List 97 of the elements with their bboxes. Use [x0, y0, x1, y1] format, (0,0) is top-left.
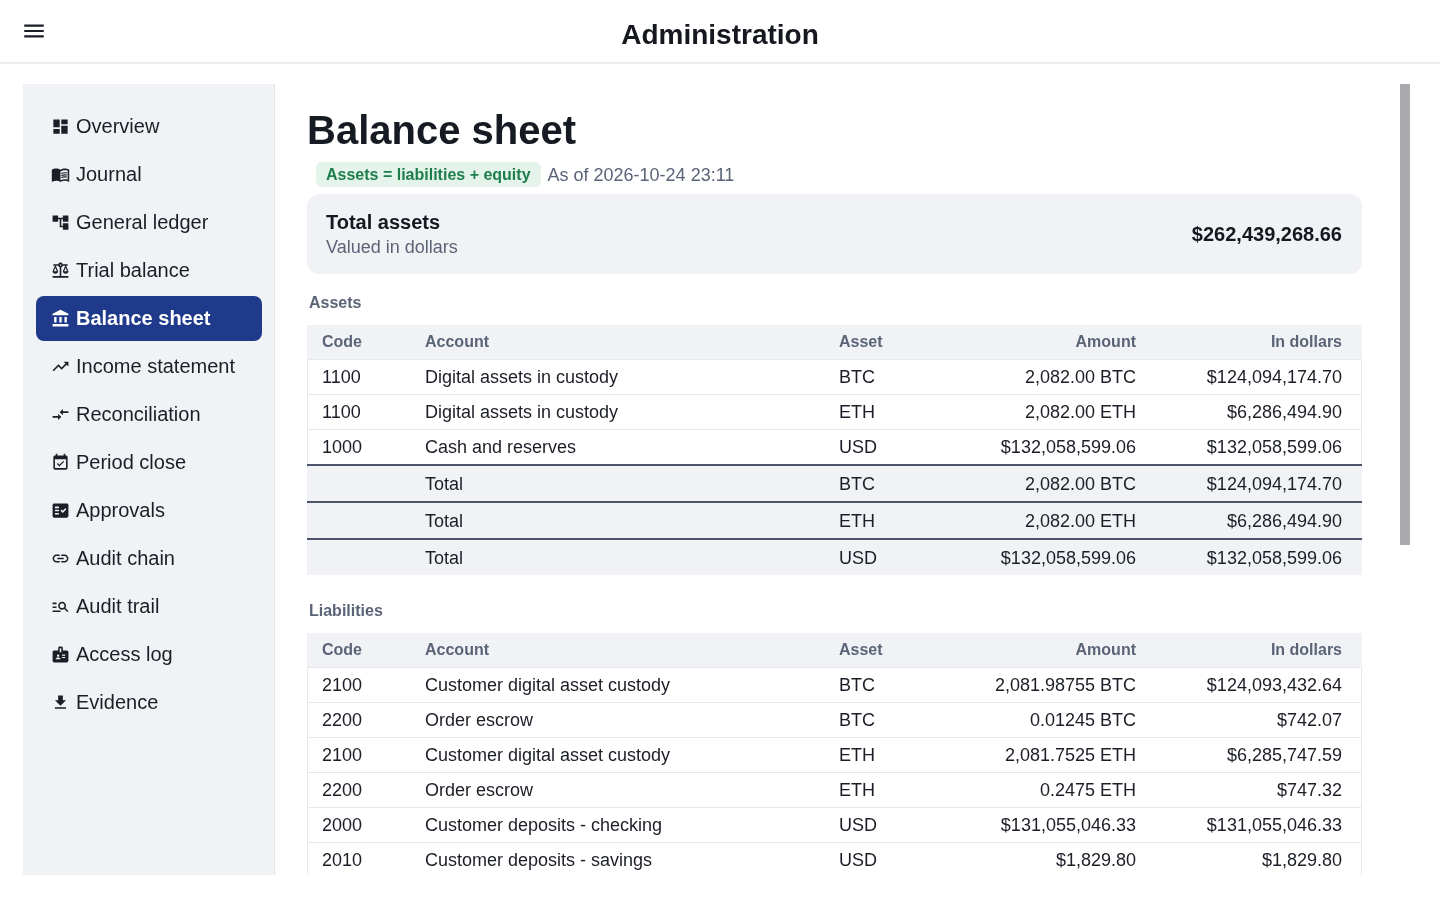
table-cell-text: 2100 [321, 744, 364, 767]
nav-item[interactable]: Evidence [36, 680, 262, 725]
table-cell-text: Digital assets in custody [424, 401, 620, 424]
table-cell-text: Customer deposits - checking [424, 814, 664, 837]
calendar-check-icon [51, 453, 70, 472]
nav-item[interactable]: Audit trail [36, 584, 262, 629]
bank-icon [51, 309, 70, 328]
table-cell-text: $131,055,046.33 [999, 814, 1137, 837]
table-cell-text: $132,058,599.06 [1205, 546, 1343, 570]
table-cell-text: $742.07 [1275, 709, 1343, 732]
nav-item[interactable]: Overview [36, 104, 262, 149]
table-cell-text: 2,081.98755 BTC [993, 674, 1137, 697]
scrollbar-thumb[interactable] [1400, 84, 1410, 545]
table-cell-text: 1100 [321, 401, 362, 424]
nav-item[interactable]: Balance sheet [36, 296, 262, 341]
table-cell-text: Customer digital asset custody [424, 674, 672, 697]
table-cell-text: ETH [838, 509, 876, 533]
table-cell-text: $747.32 [1275, 779, 1343, 802]
table-cell-text: $6,286,494.90 [1225, 401, 1343, 424]
table-cell-text: 2200 [321, 709, 364, 732]
table-cell-text: $124,093,432.64 [1205, 674, 1343, 697]
nav-item[interactable]: Journal [36, 152, 262, 197]
table-cell-text: BTC [838, 366, 876, 389]
table-cell-text: ETH [838, 401, 876, 424]
as-of-date: As of 2026-10-24 23:11 [547, 163, 735, 187]
table-cell-text: Order escrow [424, 779, 535, 802]
column-header: Asset [838, 641, 884, 659]
nav-item[interactable]: General ledger [36, 200, 262, 245]
table-cell-text: BTC [838, 674, 876, 697]
column-header: Account [424, 641, 490, 659]
summary-value: $262,439,268.66 [1191, 222, 1342, 247]
table-cell-text: BTC [838, 709, 876, 732]
column-header: Amount [1074, 333, 1137, 351]
nav-item[interactable]: Period close [36, 440, 262, 485]
nav-item[interactable]: Trial balance [36, 248, 262, 293]
column-header: Asset [838, 333, 884, 351]
table-cell-text: 2,081.7525 ETH [1003, 744, 1137, 767]
nav-item[interactable]: Reconciliation [36, 392, 262, 437]
table-cell-text: 2200 [321, 779, 364, 802]
table-cell-text: $6,285,747.59 [1225, 744, 1343, 767]
equation-badge: Assets = liabilities + equity [316, 162, 541, 187]
table-cell-text: USD [838, 436, 878, 459]
column-header: Account [424, 333, 490, 351]
table-cell-text: Total [424, 546, 465, 570]
id-badge-icon [51, 645, 70, 664]
page-title: Balance sheet [307, 107, 578, 154]
table-cell-text: $124,094,174.70 [1205, 366, 1343, 389]
table-cell-text: $132,058,599.06 [1205, 436, 1343, 459]
app-title: Administration [621, 18, 819, 52]
table-cell-text: $6,286,494.90 [1225, 509, 1343, 533]
checklist-icon [51, 501, 70, 520]
table-cell-text: USD [838, 814, 878, 837]
table-cell-text: $124,094,174.70 [1205, 472, 1343, 496]
column-header: In dollars [1269, 641, 1343, 659]
table-cell-text: Order escrow [424, 709, 535, 732]
table-cell-text: Cash and reserves [424, 436, 578, 459]
table-cell-text: ETH [838, 744, 876, 767]
table-cell-text: BTC [838, 472, 876, 496]
table-cell-text: 2,082.00 BTC [1023, 366, 1137, 389]
nav-item[interactable]: Income statement [36, 344, 262, 389]
column-header: In dollars [1269, 333, 1343, 351]
table-cell-text: Customer digital asset custody [424, 744, 672, 767]
table-cell-text: $132,058,599.06 [999, 546, 1137, 570]
table-cell-text: 2,082.00 ETH [1023, 509, 1137, 533]
table-cell-text: Total [424, 509, 465, 533]
dashboard-icon [51, 117, 70, 136]
table-cell-text: 1100 [321, 366, 362, 389]
table-cell-text: Total [424, 472, 465, 496]
column-header: Amount [1074, 641, 1137, 659]
table-cell-text: USD [838, 546, 878, 570]
table-cell-text: 0.01245 BTC [1028, 709, 1137, 732]
table-cell-text: USD [838, 849, 878, 872]
table-cell-text: Digital assets in custody [424, 366, 620, 389]
table-cell-text: 2100 [321, 674, 364, 697]
table-cell-text: Customer deposits - savings [424, 849, 654, 872]
summary-sublabel: Valued in dollars [326, 236, 458, 259]
summary-label: Total assets [326, 210, 442, 235]
table-cell-text: 1000 [321, 436, 364, 459]
table-cell-text: ETH [838, 779, 876, 802]
table-cell-text: 2000 [321, 814, 364, 837]
table-cell-text: $1,829.80 [1054, 849, 1137, 872]
section-title: Assets [309, 293, 363, 313]
table-cell-text: 2010 [321, 849, 364, 872]
nav-item[interactable]: Approvals [36, 488, 262, 533]
table-cell-text: $1,829.80 [1260, 849, 1343, 872]
table-cell-text: 2,082.00 BTC [1023, 472, 1137, 496]
tree-icon [51, 213, 70, 232]
nav-item[interactable]: Audit chain [36, 536, 262, 581]
scale-icon [51, 261, 70, 280]
table-cell-text: 2,082.00 ETH [1023, 401, 1137, 424]
table-cell-text: $132,058,599.06 [999, 436, 1137, 459]
table-cell-text: 0.2475 ETH [1038, 779, 1137, 802]
table-cell-text: $131,055,046.33 [1205, 814, 1343, 837]
column-header: Code [321, 641, 363, 659]
section-title: Liabilities [309, 601, 384, 621]
nav-item[interactable]: Access log [36, 632, 262, 677]
column-header: Code [321, 333, 363, 351]
